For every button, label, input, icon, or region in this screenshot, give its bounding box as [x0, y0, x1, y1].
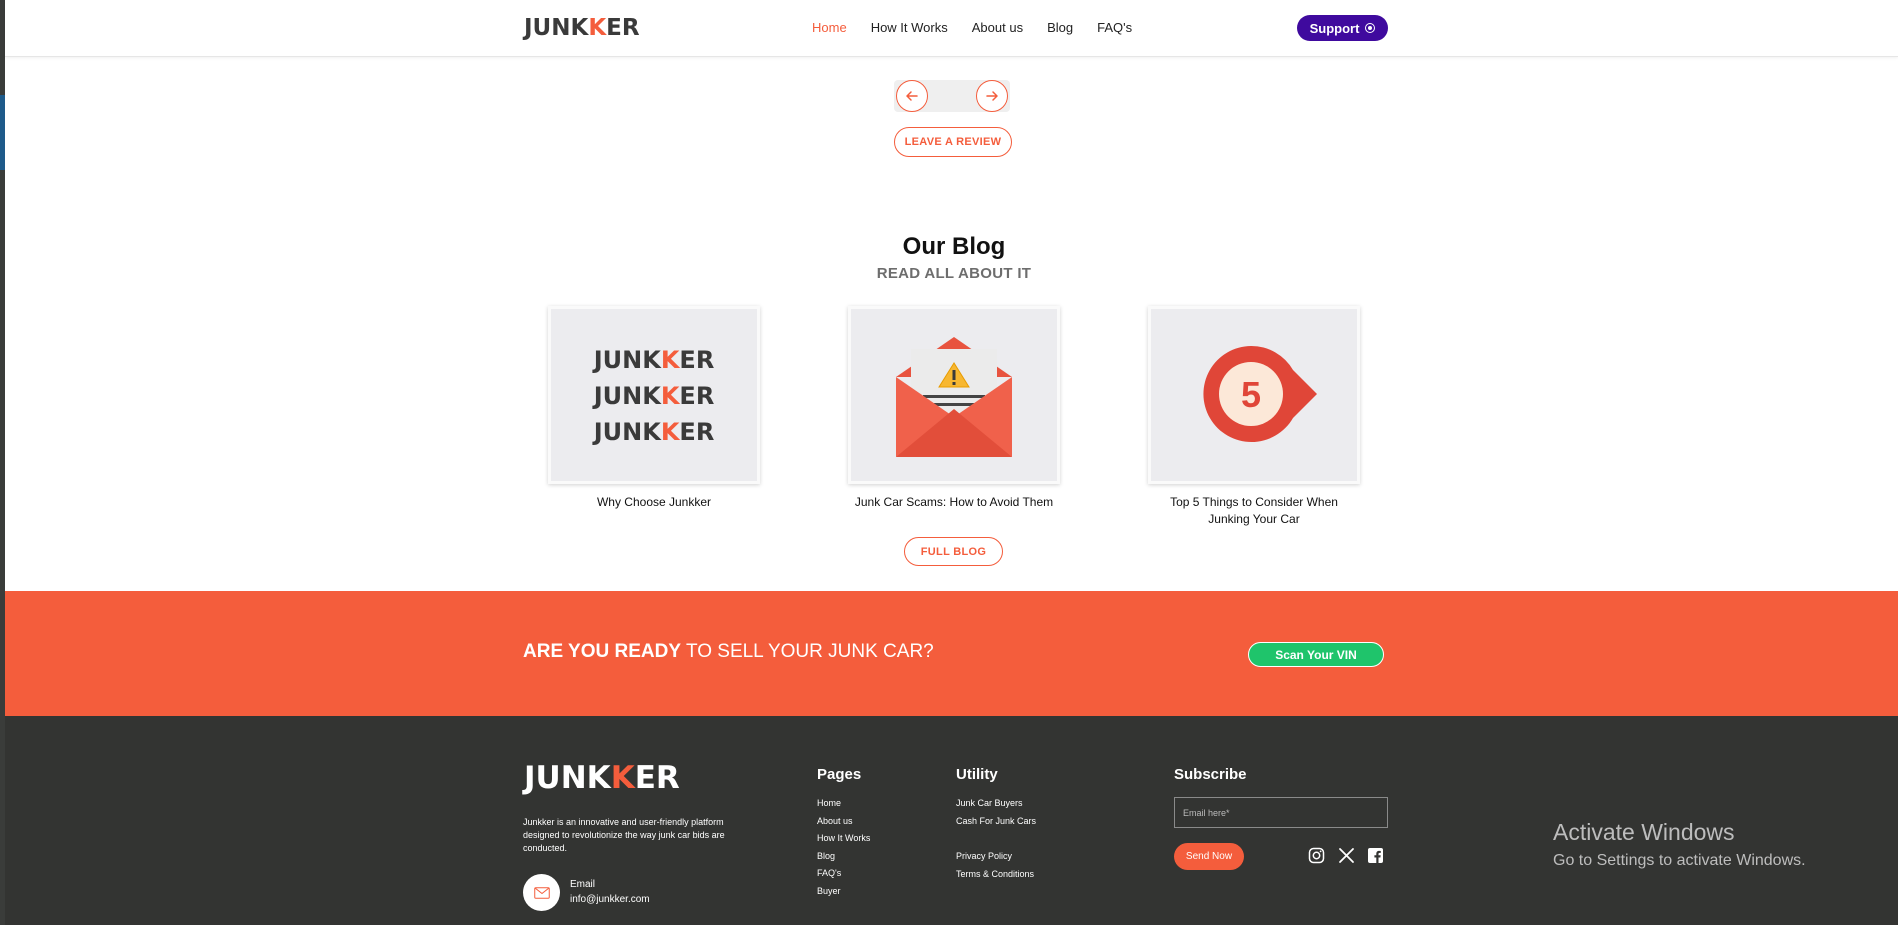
logo-part: N	[622, 418, 643, 446]
page: JUNKKER Home How It Works About us Blog …	[0, 0, 1898, 925]
legal-links: Privacy Policy Terms & Conditions	[956, 848, 1034, 883]
logo-part: ER	[606, 15, 640, 41]
logo-part: K	[642, 346, 661, 374]
blog-title: Our Blog	[902, 233, 1006, 260]
logo-part: ER	[634, 760, 680, 796]
mail-glyph	[533, 886, 550, 899]
email-label: Email	[570, 879, 596, 890]
logo-part: K	[588, 15, 607, 41]
footer-link-how-it-works[interactable]: How It Works	[817, 830, 870, 848]
windows-activation-watermark: Activate Windows Go to Settings to activ…	[1553, 819, 1806, 870]
leave-review-button[interactable]: LEAVE A REVIEW	[894, 127, 1012, 157]
logo-part: K	[610, 760, 635, 796]
arrow-left-icon[interactable]	[896, 80, 928, 112]
blog-card-image[interactable]	[848, 306, 1060, 484]
blog-post-title[interactable]: Junk Car Scams: How to Avoid Them	[848, 494, 1060, 511]
logo-part: K	[570, 15, 589, 41]
logo-part: JU	[593, 346, 623, 374]
pages-links: Home About us How It Works Blog FAQ's Bu…	[817, 795, 870, 900]
number-5-badge-icon: 5	[1203, 345, 1317, 442]
x-icon[interactable]	[1338, 847, 1355, 864]
send-now-button[interactable]: Send Now	[1174, 843, 1244, 870]
email-link[interactable]: info@junkker.com	[570, 894, 650, 905]
footer-link-privacy[interactable]: Privacy Policy	[956, 848, 1034, 866]
nav-faqs[interactable]: FAQ's	[1097, 20, 1132, 35]
main-nav: Home How It Works About us Blog FAQ's	[812, 20, 1156, 35]
nav-blog[interactable]: Blog	[1047, 20, 1073, 35]
subscribe-email-input[interactable]: Email here*	[1174, 797, 1388, 828]
footer-link-terms[interactable]: Terms & Conditions	[956, 866, 1034, 884]
full-blog-button[interactable]: FULL BLOG	[904, 537, 1003, 566]
watermark-line2: Go to Settings to activate Windows.	[1553, 852, 1806, 869]
logo-part: ER	[679, 418, 715, 446]
review-carousel-controls	[894, 80, 1010, 112]
logo-part: N	[622, 382, 643, 410]
footer-about-text: Junkker is an innovative and user-friend…	[523, 817, 725, 853]
footer-logo[interactable]: JUNKKER	[524, 760, 680, 796]
logo-part: ER	[679, 346, 715, 374]
support-label: Support	[1309, 20, 1360, 36]
logo-part: ER	[679, 382, 715, 410]
logo-part: K	[660, 382, 680, 410]
footer-link-blog[interactable]: Blog	[817, 848, 870, 866]
logo-part: JU	[593, 382, 623, 410]
facebook-icon[interactable]	[1367, 847, 1384, 864]
window-edge-accent	[0, 95, 5, 170]
logo-part: N	[622, 346, 643, 374]
logo-part: K	[586, 760, 611, 796]
pages-heading: Pages	[817, 766, 862, 783]
cta-banner: ARE YOU READY TO SELL YOUR JUNK CAR? Sca…	[5, 591, 1898, 716]
cta-bold: ARE YOU READY	[523, 641, 682, 662]
utility-heading: Utility	[956, 766, 998, 783]
logo-part: K	[642, 382, 661, 410]
cta-text: ARE YOU READY TO SELL YOUR JUNK CAR?	[523, 641, 934, 663]
footer-link-junk-car-buyers[interactable]: Junk Car Buyers	[956, 795, 1036, 813]
blog-subtitle: READ ALL ABOUT IT	[876, 265, 1032, 282]
logo-part: N	[560, 760, 587, 796]
nav-about-us[interactable]: About us	[972, 20, 1023, 35]
footer-link-cash-for-junk-cars[interactable]: Cash For Junk Cars	[956, 813, 1036, 831]
logo-part: K	[642, 418, 661, 446]
arrow-right-glyph	[986, 91, 998, 101]
warning-envelope-icon	[896, 337, 1012, 457]
blog-card-image[interactable]: 5	[1148, 306, 1360, 484]
subscribe-heading: Subscribe	[1174, 766, 1247, 783]
arrow-left-glyph	[906, 91, 918, 101]
site-header: JUNKKER Home How It Works About us Blog …	[5, 0, 1898, 57]
footer-link-home[interactable]: Home	[817, 795, 870, 813]
nav-how-it-works[interactable]: How It Works	[871, 20, 948, 35]
watermark-line1: Activate Windows	[1553, 819, 1735, 845]
logo-part: JU	[524, 15, 552, 41]
footer-link-about[interactable]: About us	[817, 813, 870, 831]
junkker-logo[interactable]: JUNKKER	[524, 15, 640, 41]
blog-post-title[interactable]: Why Choose Junkker	[548, 494, 760, 511]
badge-number: 5	[1241, 374, 1261, 415]
logo-part: JU	[524, 760, 561, 796]
logo-part: K	[660, 346, 680, 374]
junkker-logo-image: JUNKKER	[551, 346, 757, 374]
scan-vin-button[interactable]: Scan Your VIN	[1248, 642, 1384, 667]
nav-home[interactable]: Home	[812, 20, 847, 35]
logo-part: JU	[593, 418, 623, 446]
mail-icon	[523, 874, 560, 911]
logo-part: N	[551, 15, 571, 41]
footer-link-faqs[interactable]: FAQ's	[817, 865, 870, 883]
instagram-icon[interactable]	[1308, 847, 1325, 864]
radio-dot-icon	[1365, 23, 1376, 33]
arrow-right-icon[interactable]	[976, 80, 1008, 112]
blog-post-title[interactable]: Top 5 Things to Consider When Junking Yo…	[1148, 494, 1360, 528]
support-button[interactable]: Support	[1297, 15, 1388, 41]
footer-link-buyer[interactable]: Buyer	[817, 883, 870, 901]
logo-part: K	[660, 418, 680, 446]
blog-card-image[interactable]: JUNKKER JUNKKER JUNKKER	[548, 306, 760, 484]
junkker-logo-image: JUNKKER	[551, 418, 757, 446]
junkker-logo-image: JUNKKER	[551, 382, 757, 410]
utility-links: Junk Car Buyers Cash For Junk Cars	[956, 795, 1036, 830]
cta-rest: TO SELL YOUR JUNK CAR?	[681, 641, 934, 662]
